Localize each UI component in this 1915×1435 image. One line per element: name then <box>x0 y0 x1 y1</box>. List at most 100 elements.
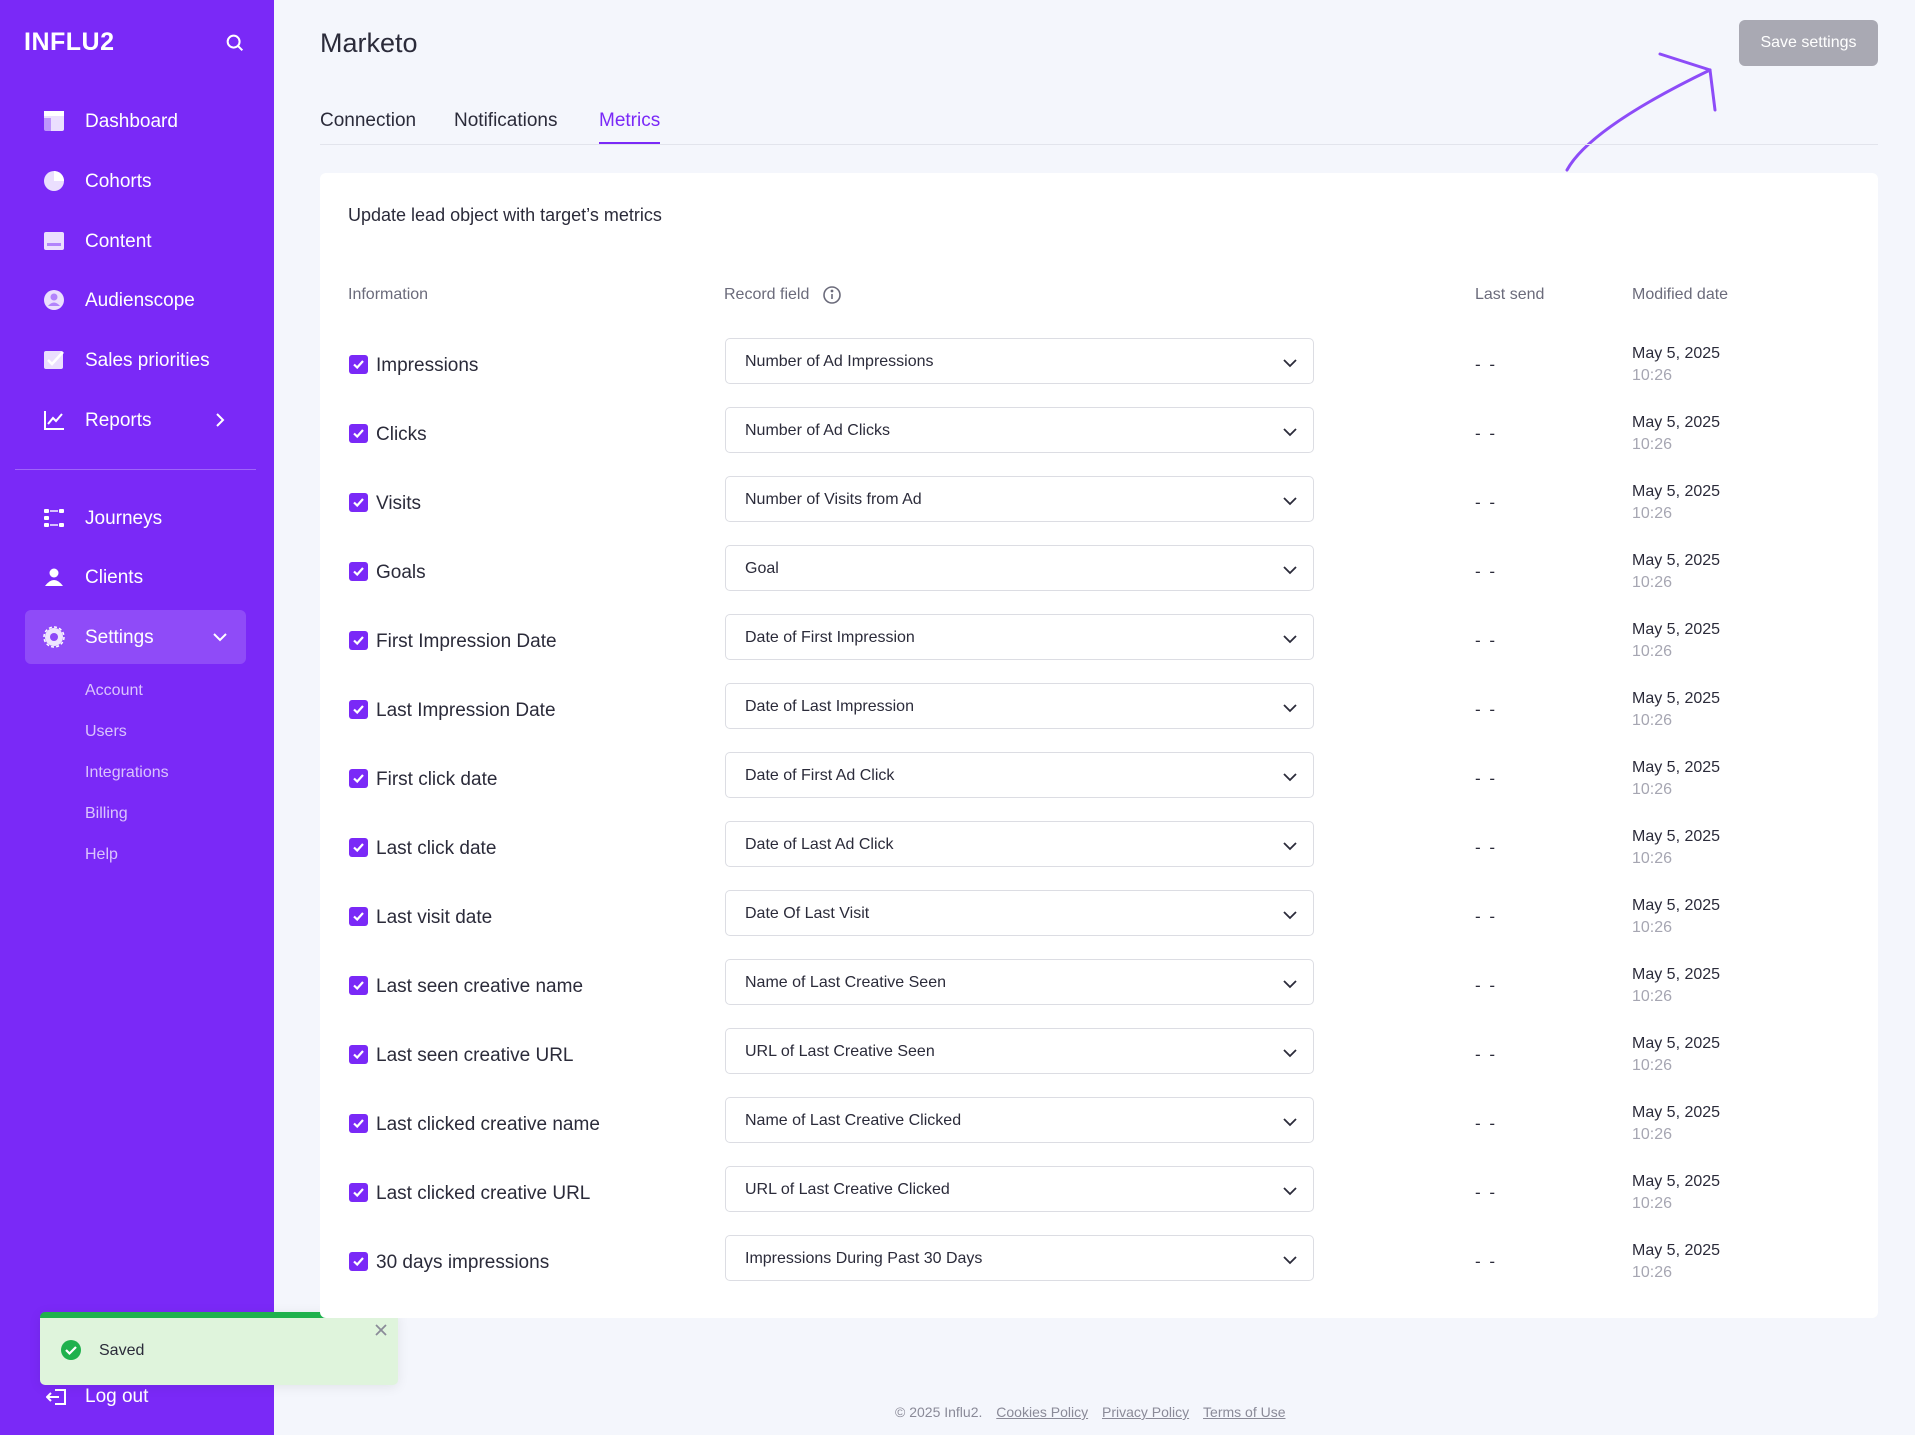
record-field-select[interactable]: Number of Ad Impressions <box>725 338 1314 384</box>
tab-connection[interactable]: Connection <box>320 110 416 142</box>
close-icon[interactable] <box>374 1323 388 1337</box>
last-send-value: - - <box>1475 1252 1498 1271</box>
last-send-value: - - <box>1475 1045 1498 1064</box>
column-header-information: Information <box>348 286 429 303</box>
record-field-value: Impressions During Past 30 Days <box>745 1250 983 1267</box>
record-field-select[interactable]: Number of Visits from Ad <box>725 476 1314 522</box>
record-field-select[interactable]: Impressions During Past 30 Days <box>725 1235 1314 1281</box>
check-icon <box>353 498 364 508</box>
record-field-select[interactable]: Date of First Impression <box>725 614 1314 660</box>
gear-icon <box>43 626 65 648</box>
record-field-select[interactable]: Name of Last Creative Seen <box>725 959 1314 1005</box>
toast-message: Saved <box>99 1342 145 1359</box>
check-icon <box>353 912 364 922</box>
last-send-value: - - <box>1475 907 1498 926</box>
row-checkbox[interactable] <box>349 700 368 719</box>
row-checkbox[interactable] <box>349 493 368 512</box>
sidebar-subitem-billing[interactable]: Billing <box>85 805 128 823</box>
info-icon[interactable] <box>822 285 842 305</box>
row-checkbox[interactable] <box>349 1114 368 1133</box>
row-checkbox[interactable] <box>349 562 368 581</box>
table-row: Last visit date Date Of Last Visit - - May … <box>320 883 1878 952</box>
row-information-label: Clicks <box>376 424 427 445</box>
record-field-value: Name of Last Creative Clicked <box>745 1112 962 1129</box>
last-send-value: - - <box>1475 424 1498 443</box>
footer: © 2025 Influ2. Cookies Policy Privacy Po… <box>895 1404 1286 1420</box>
record-field-select[interactable]: Date of Last Impression <box>725 683 1314 729</box>
row-checkbox[interactable] <box>349 355 368 374</box>
row-checkbox[interactable] <box>349 424 368 443</box>
modified-date: May 5, 2025 <box>1632 552 1721 569</box>
save-settings-button[interactable]: Save settings <box>1739 20 1878 66</box>
sidebar-subitem-help[interactable]: Help <box>85 846 118 864</box>
chevron-down-icon <box>1283 704 1297 713</box>
last-send-value: - - <box>1475 1114 1498 1133</box>
chevron-down-icon <box>1283 635 1297 644</box>
line-chart-icon <box>44 411 64 430</box>
logout-icon <box>46 1389 66 1405</box>
row-checkbox[interactable] <box>349 976 368 995</box>
record-field-select[interactable]: Date Of Last Visit <box>725 890 1314 936</box>
sidebar-item-dashboard[interactable]: Dashboard <box>25 94 246 148</box>
sidebar-item-clients[interactable]: Clients <box>25 550 246 604</box>
footer-link-cookies[interactable]: Cookies Policy <box>996 1404 1088 1420</box>
table-row: Last click date Date of Last Ad Click - - M… <box>320 814 1878 883</box>
sidebar-subitem-account[interactable]: Account <box>85 682 143 700</box>
table-row: Visits Number of Visits from Ad - - May 5, … <box>320 469 1878 538</box>
modified-time: 10:26 <box>1632 919 1673 936</box>
check-icon <box>353 1257 364 1267</box>
modified-time: 10:26 <box>1632 643 1673 660</box>
chevron-right-icon <box>216 413 225 427</box>
sidebar-item-content[interactable]: Content <box>25 214 246 268</box>
success-check-icon <box>61 1340 81 1360</box>
check-icon <box>353 429 364 439</box>
record-field-select[interactable]: URL of Last Creative Clicked <box>725 1166 1314 1212</box>
record-field-select[interactable]: Number of Ad Clicks <box>725 407 1314 453</box>
row-information-label: Visits <box>376 493 422 514</box>
record-field-select[interactable]: Name of Last Creative Clicked <box>725 1097 1314 1143</box>
tab-metrics[interactable]: Metrics <box>599 110 661 144</box>
check-icon <box>353 360 364 370</box>
chevron-down-icon <box>1283 428 1297 437</box>
row-checkbox[interactable] <box>349 631 368 650</box>
row-information-label: Last seen creative name <box>376 976 584 997</box>
footer-link-terms[interactable]: Terms of Use <box>1203 1404 1285 1420</box>
row-information-label: Last clicked creative URL <box>376 1183 591 1204</box>
sidebar-item-settings[interactable]: Settings <box>25 610 246 664</box>
sidebar-item-sales-priorities[interactable]: Sales priorities <box>25 333 246 387</box>
record-field-select[interactable]: Date of First Ad Click <box>725 752 1314 798</box>
column-header-record-field: Record field <box>724 286 810 303</box>
record-field-select[interactable]: Goal <box>725 545 1314 591</box>
sidebar-item-journeys[interactable]: Journeys <box>25 491 246 545</box>
record-field-select[interactable]: URL of Last Creative Seen <box>725 1028 1314 1074</box>
row-checkbox[interactable] <box>349 1045 368 1064</box>
chevron-down-icon <box>1283 1187 1297 1196</box>
footer-link-privacy[interactable]: Privacy Policy <box>1102 1404 1189 1420</box>
modified-date: May 5, 2025 <box>1632 1242 1721 1259</box>
sidebar-subitem-users[interactable]: Users <box>85 723 127 741</box>
row-checkbox[interactable] <box>349 769 368 788</box>
tab-notifications[interactable]: Notifications <box>454 110 558 142</box>
table-row: Clicks Number of Ad Clicks - - May 5, 2025 1… <box>320 400 1878 469</box>
record-field-select[interactable]: Date of Last Ad Click <box>725 821 1314 867</box>
sidebar-subitem-integrations[interactable]: Integrations <box>85 764 169 782</box>
record-field-value: URL of Last Creative Seen <box>745 1043 935 1060</box>
pie-chart-icon <box>44 171 64 191</box>
sidebar-item-cohorts[interactable]: Cohorts <box>25 154 246 208</box>
record-field-value: Date of First Ad Click <box>745 767 895 784</box>
row-checkbox[interactable] <box>349 838 368 857</box>
modified-time: 10:26 <box>1632 574 1673 591</box>
record-field-value: Name of Last Creative Seen <box>745 974 946 991</box>
row-information-label: 30 days impressions <box>376 1252 550 1273</box>
last-send-value: - - <box>1475 562 1498 581</box>
sidebar-item-audienscope[interactable]: Audienscope <box>25 273 246 327</box>
search-icon[interactable] <box>224 32 246 54</box>
sidebar-item-reports[interactable]: Reports <box>25 393 246 447</box>
row-checkbox[interactable] <box>349 907 368 926</box>
row-checkbox[interactable] <box>349 1183 368 1202</box>
row-checkbox[interactable] <box>349 1252 368 1271</box>
logout-button[interactable]: Log out <box>40 1383 240 1413</box>
modified-time: 10:26 <box>1632 1264 1673 1281</box>
record-field-value: Date of Last Ad Click <box>745 836 894 853</box>
sidebar-item-label: Reports <box>85 410 152 431</box>
